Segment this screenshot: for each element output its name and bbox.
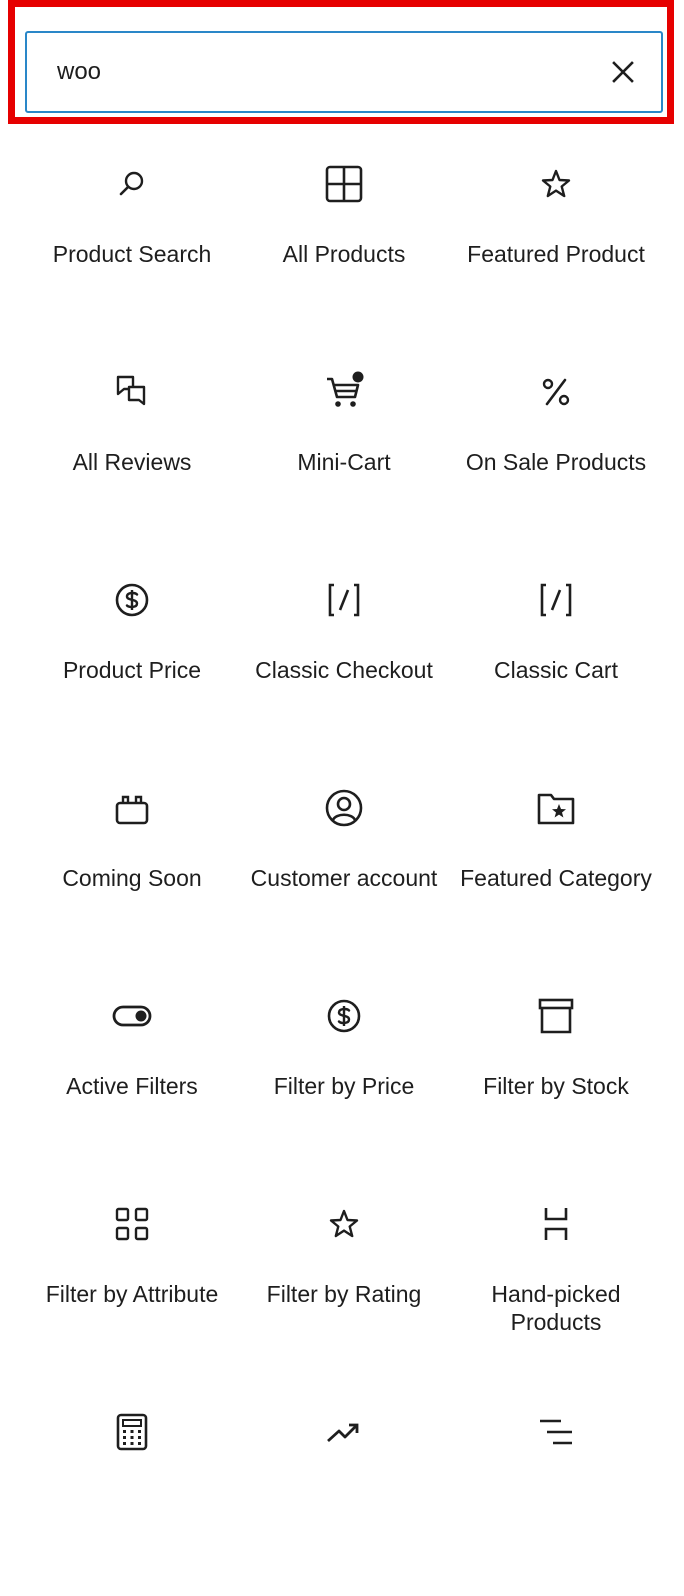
block-item[interactable]: Filter by Attribute xyxy=(26,1180,238,1388)
block-item[interactable]: Mini-Cart xyxy=(238,348,450,556)
block-label: Filter by Attribute xyxy=(45,1281,219,1307)
block-item[interactable]: Coming Soon xyxy=(26,764,238,972)
block-item[interactable]: Classic Checkout xyxy=(238,556,450,764)
block-label: All Products xyxy=(282,241,406,267)
grid-icon xyxy=(238,162,450,206)
block-item[interactable] xyxy=(26,1388,238,1596)
calculator-icon xyxy=(26,1410,238,1454)
star-icon xyxy=(238,1202,450,1246)
block-label: Customer account xyxy=(250,865,438,891)
dollar-circle-icon xyxy=(26,578,238,622)
shortcode-icon xyxy=(450,578,662,622)
star-icon xyxy=(450,162,662,206)
block-label: Mini-Cart xyxy=(297,449,391,475)
block-item[interactable]: Featured Product xyxy=(450,140,662,348)
cart-icon xyxy=(238,370,450,414)
block-label: All Reviews xyxy=(72,449,192,475)
search-input[interactable] xyxy=(57,33,577,111)
handpicked-icon xyxy=(450,1202,662,1246)
close-icon xyxy=(612,61,634,83)
block-item[interactable]: Product Price xyxy=(26,556,238,764)
block-item[interactable]: All Products xyxy=(238,140,450,348)
block-item[interactable]: Customer account xyxy=(238,764,450,972)
comments-icon xyxy=(26,370,238,414)
block-item[interactable]: Hand-picked Products xyxy=(450,1180,662,1388)
block-label: On Sale Products xyxy=(465,449,647,475)
text-lines-icon xyxy=(450,1410,662,1454)
block-item[interactable]: Filter by Stock xyxy=(450,972,662,1180)
clear-search-button[interactable] xyxy=(603,52,643,92)
block-item[interactable]: Active Filters xyxy=(26,972,238,1180)
block-label: Featured Category xyxy=(460,865,652,891)
shortcode-icon xyxy=(238,578,450,622)
trending-up-icon xyxy=(238,1410,450,1454)
block-label: Filter by Stock xyxy=(483,1073,629,1099)
dollar-circle-icon xyxy=(238,994,450,1038)
block-item[interactable]: Filter by Price xyxy=(238,972,450,1180)
block-label: Product Price xyxy=(62,657,202,683)
block-results-grid: Product Search All Products Featured Produ… xyxy=(26,140,662,1596)
block-item[interactable] xyxy=(238,1388,450,1596)
block-item[interactable] xyxy=(450,1388,662,1596)
toggle-icon xyxy=(26,994,238,1038)
archive-icon xyxy=(450,994,662,1038)
block-label: Active Filters xyxy=(66,1073,198,1099)
block-item[interactable]: All Reviews xyxy=(26,348,238,556)
block-label: Filter by Price xyxy=(273,1073,415,1099)
user-circle-icon xyxy=(238,786,450,830)
folder-star-icon xyxy=(450,786,662,830)
cake-icon xyxy=(26,786,238,830)
block-label: Classic Cart xyxy=(494,657,618,683)
search-field[interactable] xyxy=(25,31,663,113)
category-icon xyxy=(26,1202,238,1246)
block-item[interactable]: Featured Category xyxy=(450,764,662,972)
block-item[interactable]: On Sale Products xyxy=(450,348,662,556)
search-icon xyxy=(26,162,238,206)
block-label: Filter by Rating xyxy=(266,1281,422,1307)
block-label: Classic Checkout xyxy=(255,657,433,683)
block-item[interactable]: Filter by Rating xyxy=(238,1180,450,1388)
block-label: Featured Product xyxy=(467,241,645,267)
block-label: Product Search xyxy=(52,241,212,267)
block-item[interactable]: Classic Cart xyxy=(450,556,662,764)
block-item[interactable]: Product Search xyxy=(26,140,238,348)
block-label: Hand-picked Products xyxy=(491,1281,621,1335)
block-label: Coming Soon xyxy=(62,865,202,891)
percent-icon xyxy=(450,370,662,414)
